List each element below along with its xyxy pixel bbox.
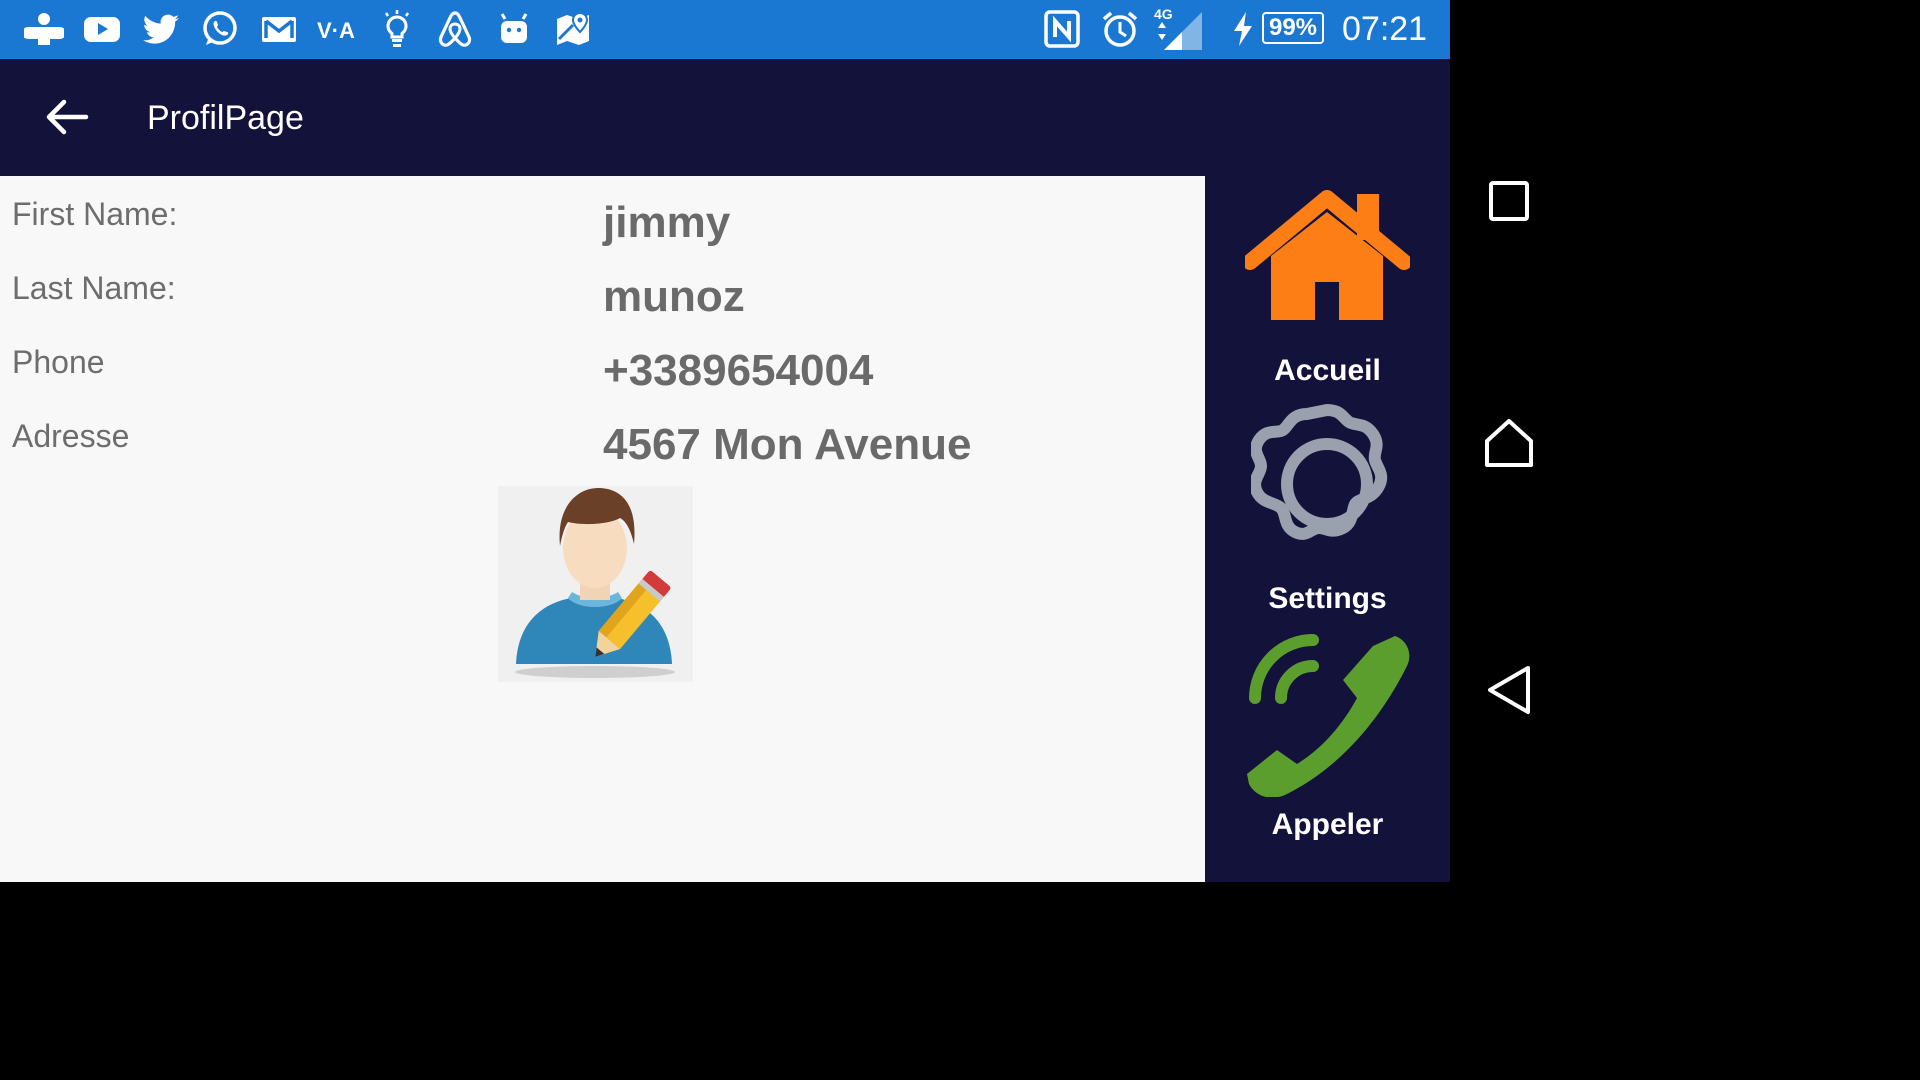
- call-menu-button[interactable]: Appeler: [1205, 632, 1450, 862]
- battery-indicator: 99%: [1262, 12, 1324, 44]
- games-icon: [22, 9, 66, 49]
- back-arrow-icon[interactable]: [40, 93, 92, 141]
- nfc-icon: [1042, 9, 1082, 49]
- home-label: Accueil: [1274, 354, 1381, 387]
- app-bar: ProfilPage: [0, 59, 1450, 176]
- address-value: 4567 Mon Avenue: [603, 420, 972, 469]
- network-type: 4G: [1154, 6, 1173, 22]
- side-menu: Accueil Settings Appeler: [1205, 176, 1450, 882]
- whatsapp-icon: [200, 9, 240, 49]
- settings-menu-button[interactable]: Settings: [1205, 402, 1450, 622]
- first-name-label: First Name:: [12, 196, 178, 232]
- vla-icon: V·A: [316, 9, 362, 49]
- navigation-bar: [1450, 0, 1568, 882]
- profile-content: First Name: jimmy Last Name: munoz Phone…: [0, 176, 1205, 882]
- phone-label: Phone: [12, 344, 105, 380]
- maps-icon: [553, 9, 593, 49]
- edit-profile-avatar-icon[interactable]: [498, 486, 693, 682]
- phone-value: +3389654004: [603, 346, 874, 395]
- home-menu-button[interactable]: Accueil: [1205, 190, 1450, 390]
- youtube-icon: [82, 9, 122, 49]
- gmail-icon: [259, 9, 299, 49]
- page-title: ProfilPage: [147, 99, 304, 137]
- address-label: Adresse: [12, 418, 130, 454]
- home-icon: [1245, 190, 1410, 320]
- android-icon: [494, 9, 534, 49]
- last-name-label: Last Name:: [12, 270, 176, 306]
- phone-call-icon: [1247, 634, 1410, 797]
- airbnb-icon: [435, 9, 475, 49]
- first-name-value: jimmy: [603, 198, 731, 247]
- recents-square-icon[interactable]: [1480, 172, 1538, 230]
- status-bar: V·A 4G 99% 07:21: [0, 0, 1450, 59]
- home-nav-icon[interactable]: [1480, 414, 1538, 472]
- call-label: Appeler: [1271, 808, 1384, 841]
- svg-text:V·A: V·A: [317, 18, 355, 43]
- alarm-icon: [1100, 9, 1140, 49]
- signal-icon: 4G: [1152, 4, 1206, 52]
- settings-label: Settings: [1268, 582, 1387, 615]
- last-name-value: munoz: [603, 272, 745, 321]
- twitter-icon: [141, 9, 181, 49]
- charging-icon: [1230, 9, 1256, 49]
- back-triangle-icon[interactable]: [1480, 660, 1538, 718]
- lightbulb-icon: [377, 9, 417, 49]
- settings-gear-icon: [1251, 404, 1388, 540]
- clock: 07:21: [1342, 10, 1428, 48]
